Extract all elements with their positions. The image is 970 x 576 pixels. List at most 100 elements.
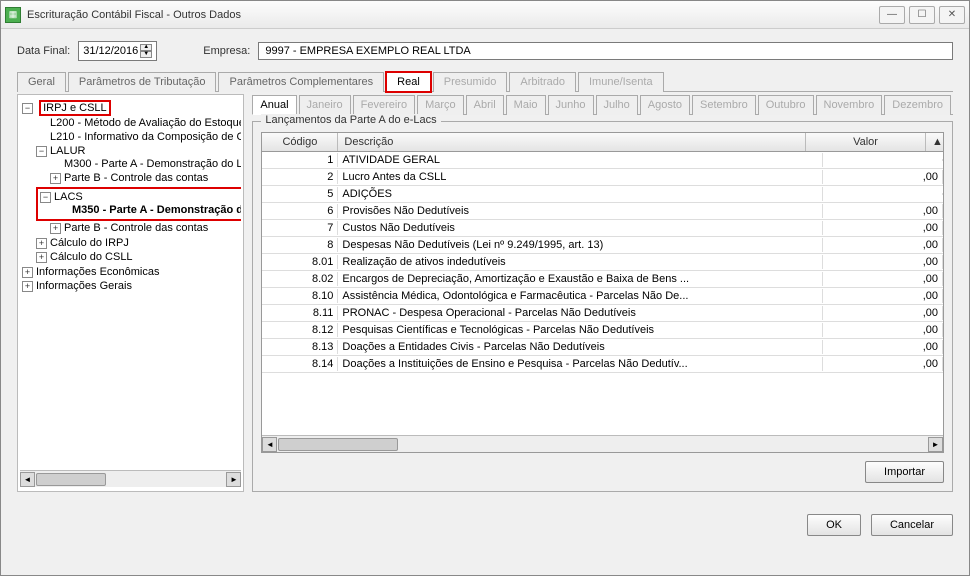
expander-icon[interactable]: −	[40, 192, 51, 203]
cell-valor[interactable]: ,00	[823, 323, 943, 337]
tree-node-m300[interactable]: M300 - Parte A - Demonstração do Lucro	[50, 157, 241, 171]
expander-icon[interactable]: +	[36, 238, 47, 249]
cell-codigo: 8.01	[262, 255, 338, 269]
tree-panel[interactable]: − IRPJ e CSLL L200 - Método de Avaliação…	[17, 94, 244, 492]
cell-valor[interactable]: ,00	[823, 238, 943, 252]
cell-valor[interactable]	[823, 193, 943, 195]
importar-button[interactable]: Importar	[865, 461, 944, 483]
table-row[interactable]: 8.11PRONAC - Despesa Operacional - Parce…	[262, 305, 943, 322]
col-header-descricao[interactable]: Descrição	[338, 133, 806, 151]
table-row[interactable]: 6Provisões Não Dedutíveis,00	[262, 203, 943, 220]
cell-descricao: ATIVIDADE GERAL	[338, 153, 823, 167]
col-header-codigo[interactable]: Código	[262, 133, 338, 151]
cell-valor[interactable]: ,00	[823, 289, 943, 303]
cell-valor[interactable]: ,00	[823, 340, 943, 354]
tab-real[interactable]: Real	[386, 72, 431, 92]
col-header-valor[interactable]: Valor	[806, 133, 926, 151]
minimize-button[interactable]: —	[879, 6, 905, 24]
cell-descricao: PRONAC - Despesa Operacional - Parcelas …	[338, 306, 823, 320]
scroll-thumb[interactable]	[36, 473, 106, 486]
table-row[interactable]: 5ADIÇÕES	[262, 186, 943, 203]
table-row[interactable]: 8.14Doações a Instituições de Ensino e P…	[262, 356, 943, 373]
cell-codigo: 6	[262, 204, 338, 218]
cell-codigo: 8.14	[262, 357, 338, 371]
cancelar-button[interactable]: Cancelar	[871, 514, 953, 536]
tab-geral[interactable]: Geral	[17, 72, 66, 92]
cell-codigo: 7	[262, 221, 338, 235]
month-tab-junho: Junho	[548, 95, 594, 115]
month-tab-fevereiro: Fevereiro	[353, 95, 415, 115]
month-tab-setembro: Setembro	[692, 95, 756, 115]
table-row[interactable]: 8.10Assistência Médica, Odontológica e F…	[262, 288, 943, 305]
month-tab-março: Março	[417, 95, 464, 115]
empresa-input[interactable]: 9997 - EMPRESA EXEMPLO REAL LTDA	[258, 42, 953, 60]
window-title: Escrituração Contábil Fiscal - Outros Da…	[27, 9, 879, 21]
cell-valor[interactable]: ,00	[823, 221, 943, 235]
tree-node-m350[interactable]: M350 - Parte A - Demonstração do	[58, 203, 241, 217]
cell-valor[interactable]	[823, 159, 943, 161]
cell-codigo: 8.10	[262, 289, 338, 303]
cell-descricao: ADIÇÕES	[338, 187, 823, 201]
table-row[interactable]: 2Lucro Antes da CSLL,00	[262, 169, 943, 186]
table-row[interactable]: 1ATIVIDADE GERAL	[262, 152, 943, 169]
cell-valor[interactable]: ,00	[823, 306, 943, 320]
scroll-right-icon[interactable]: ►	[226, 472, 241, 487]
scroll-right-icon[interactable]: ►	[928, 437, 943, 452]
expander-icon[interactable]: +	[22, 267, 33, 278]
cell-codigo: 1	[262, 153, 338, 167]
table-row[interactable]: 8.02Encargos de Depreciação, Amortização…	[262, 271, 943, 288]
tree-view[interactable]: − IRPJ e CSLL L200 - Método de Avaliação…	[20, 99, 241, 293]
date-spinner[interactable]: ▲▼	[140, 44, 152, 58]
cell-valor[interactable]: ,00	[823, 204, 943, 218]
tree-node-l210[interactable]: L210 - Informativo da Composição de Cust…	[36, 130, 241, 144]
tab-par-metros-de-tributa-o[interactable]: Parâmetros de Tributação	[68, 72, 217, 92]
expander-icon[interactable]: −	[22, 103, 33, 114]
month-tabstrip: AnualJaneiroFevereiroMarçoAbrilMaioJunho…	[252, 94, 953, 115]
tree-node-irpj-csll[interactable]: − IRPJ e CSLL L200 - Método de Avaliação…	[22, 99, 241, 265]
table-row[interactable]: 8.13Doações a Entidades Civis - Parcelas…	[262, 339, 943, 356]
table-row[interactable]: 8Despesas Não Dedutíveis (Lei nº 9.249/1…	[262, 237, 943, 254]
expander-icon[interactable]: +	[22, 281, 33, 292]
expander-icon[interactable]: +	[50, 223, 61, 234]
cell-valor[interactable]: ,00	[823, 357, 943, 371]
tree-node-calc-csll[interactable]: +Cálculo do CSLL	[36, 250, 241, 264]
month-tab-agosto: Agosto	[640, 95, 690, 115]
scroll-thumb[interactable]	[278, 438, 398, 451]
month-tab-anual[interactable]: Anual	[252, 95, 296, 115]
tree-node-calc-irpj[interactable]: +Cálculo do IRPJ	[36, 236, 241, 250]
footer: OK Cancelar	[1, 504, 969, 546]
scroll-left-icon[interactable]: ◄	[262, 437, 277, 452]
expander-icon[interactable]: +	[50, 173, 61, 184]
tree-node-l200[interactable]: L200 - Método de Avaliação do Estoque Fi…	[36, 116, 241, 130]
grid-body[interactable]: 1ATIVIDADE GERAL2Lucro Antes da CSLL,005…	[262, 152, 943, 435]
tree-node-parteb-lacs[interactable]: +Parte B - Controle das contas	[50, 221, 241, 235]
cell-valor[interactable]: ,00	[823, 255, 943, 269]
tree-node-info-gerais[interactable]: +Informações Gerais	[22, 279, 241, 293]
tree-node-parteb-lalur[interactable]: +Parte B - Controle das contas	[50, 171, 241, 185]
tree-node-info-econ[interactable]: +Informações Econômicas	[22, 265, 241, 279]
expander-icon[interactable]: −	[36, 146, 47, 157]
scroll-left-icon[interactable]: ◄	[20, 472, 35, 487]
ok-button[interactable]: OK	[807, 514, 861, 536]
grid-hscrollbar[interactable]: ◄ ►	[262, 435, 943, 452]
cell-valor[interactable]: ,00	[823, 170, 943, 184]
close-button[interactable]: ✕	[939, 6, 965, 24]
cell-codigo: 2	[262, 170, 338, 184]
grid-header: Código Descrição Valor ▲	[262, 133, 943, 152]
table-row[interactable]: 8.01Realização de ativos indedutíveis,00	[262, 254, 943, 271]
lancamentos-group: Lançamentos da Parte A do e-Lacs Código …	[252, 121, 953, 492]
tab-par-metros-complementares[interactable]: Parâmetros Complementares	[218, 72, 384, 92]
tree-node-lalur[interactable]: −LALUR M300 - Parte A - Demonstração do …	[36, 144, 241, 186]
tree-hscrollbar[interactable]: ◄ ►	[20, 470, 241, 487]
table-row[interactable]: 7Custos Não Dedutíveis,00	[262, 220, 943, 237]
expander-icon[interactable]: +	[36, 252, 47, 263]
tree-node-lacs[interactable]: −LACS M350 - Parte A - Demonstração do +…	[36, 186, 241, 236]
cell-codigo: 8.13	[262, 340, 338, 354]
table-row[interactable]: 8.12Pesquisas Científicas e Tecnológicas…	[262, 322, 943, 339]
cell-descricao: Encargos de Depreciação, Amortização e E…	[338, 272, 823, 286]
maximize-button[interactable]: ☐	[909, 6, 935, 24]
data-final-input[interactable]: 31/12/2016 ▲▼	[78, 41, 157, 61]
cell-valor[interactable]: ,00	[823, 272, 943, 286]
cell-descricao: Assistência Médica, Odontológica e Farma…	[338, 289, 823, 303]
data-grid[interactable]: Código Descrição Valor ▲ 1ATIVIDADE GERA…	[261, 132, 944, 453]
